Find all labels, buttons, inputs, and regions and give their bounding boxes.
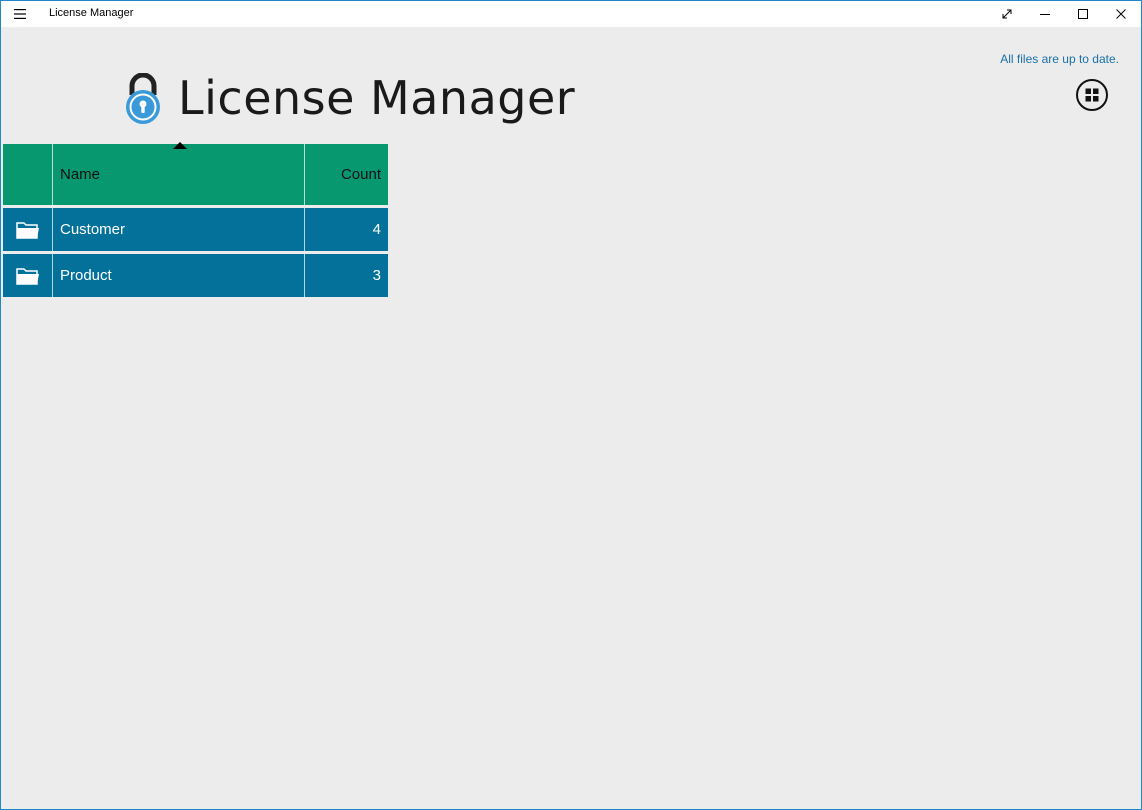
maximize-button[interactable] <box>1064 1 1102 27</box>
maximize-icon <box>1078 9 1088 19</box>
app-window: License Manager All files are up to date… <box>0 0 1142 810</box>
table-row[interactable]: Customer 4 <box>3 208 388 251</box>
page-title: License Manager <box>178 71 576 125</box>
fullscreen-button[interactable] <box>988 1 1026 27</box>
table-header-row: Name Count <box>3 144 388 205</box>
row-count: 3 <box>372 267 381 284</box>
row-name: Product <box>53 254 305 297</box>
header-icon-column <box>3 144 53 205</box>
grid-view-icon <box>1085 88 1099 102</box>
row-name: Customer <box>53 208 305 251</box>
minimize-button[interactable] <box>1026 1 1064 27</box>
close-button[interactable] <box>1102 1 1140 27</box>
window-title: License Manager <box>49 7 134 19</box>
title-bar: License Manager <box>1 1 1141 27</box>
sort-ascending-icon <box>173 142 187 149</box>
sync-status-text: All files are up to date. <box>1000 52 1119 66</box>
minimize-icon <box>1040 14 1050 15</box>
row-count: 4 <box>372 221 381 238</box>
hamburger-menu-icon[interactable] <box>13 7 27 21</box>
padlock-icon <box>123 72 163 125</box>
table-row[interactable]: Product 3 <box>3 254 388 297</box>
license-table: Name Count Customer 4 Product 3 <box>3 142 388 297</box>
close-icon <box>1116 9 1126 19</box>
grid-view-toggle-button[interactable] <box>1076 79 1108 111</box>
column-header-name[interactable]: Name <box>53 144 305 205</box>
column-header-count[interactable]: Count <box>305 144 388 205</box>
expand-icon <box>1002 9 1012 19</box>
folder-icon <box>3 208 53 251</box>
folder-icon <box>3 254 53 297</box>
